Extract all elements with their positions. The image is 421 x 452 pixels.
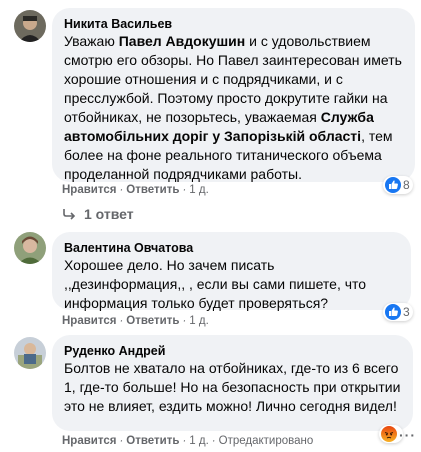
separator-dot: · bbox=[182, 315, 187, 327]
reply-button[interactable]: Ответить bbox=[126, 435, 179, 447]
comment-bubble: Никита Васильев Уважаю Павел Авдокушин и… bbox=[52, 8, 415, 182]
avatar[interactable] bbox=[14, 232, 46, 264]
comment-author[interactable]: Руденко Андрей bbox=[64, 343, 401, 359]
reaction-count: 8 bbox=[403, 178, 410, 192]
avatar-photo-icon bbox=[14, 10, 46, 42]
separator-dot: · bbox=[119, 315, 124, 327]
like-button[interactable]: Нравится bbox=[62, 184, 116, 196]
comment-text: Уважаю Павел Авдокушин и с удовольствием… bbox=[64, 32, 403, 184]
reaction-count: 3 bbox=[403, 305, 410, 319]
angry-icon bbox=[381, 426, 397, 442]
reply-button[interactable]: Ответить bbox=[126, 184, 179, 196]
separator-dot: · bbox=[182, 435, 187, 447]
separator-dot: · bbox=[119, 184, 124, 196]
separator-dot: · bbox=[119, 435, 124, 447]
separator-dot: · bbox=[211, 435, 216, 447]
more-options-icon[interactable]: ··· bbox=[399, 427, 416, 443]
reply-button[interactable]: Ответить bbox=[126, 315, 179, 327]
replies-count-label: 1 ответ bbox=[84, 206, 134, 222]
edited-label[interactable]: Отредактировано bbox=[219, 435, 314, 447]
comment-text: Болтов не хватало на отбойниках, где-то … bbox=[64, 360, 401, 414]
avatar-photo-icon bbox=[14, 232, 46, 264]
reaction-summary[interactable]: 3 bbox=[383, 303, 413, 321]
like-icon bbox=[385, 304, 401, 320]
comment-actions: Нравится · Ответить · 1 д. bbox=[62, 314, 209, 328]
reaction-summary[interactable]: 8 bbox=[383, 176, 413, 194]
comment-text: Хорошее дело. Но зачем писать ,,дезинфор… bbox=[64, 257, 367, 311]
comment-bubble: Валентина Овчатова Хорошее дело. Но заче… bbox=[52, 232, 411, 311]
like-button[interactable]: Нравится bbox=[62, 435, 116, 447]
comment-text-part: Уважаю bbox=[64, 33, 119, 49]
comment-timestamp[interactable]: 1 д. bbox=[189, 315, 209, 327]
comment-timestamp[interactable]: 1 д. bbox=[189, 184, 209, 196]
comment-author[interactable]: Валентина Овчатова bbox=[64, 240, 399, 256]
comment-bubble: Руденко Андрей Болтов не хватало на отбо… bbox=[52, 335, 413, 431]
like-icon bbox=[385, 177, 401, 193]
reply-arrow-icon bbox=[63, 209, 76, 220]
mention-link[interactable]: Павел Авдокушин bbox=[119, 33, 246, 49]
avatar[interactable] bbox=[14, 10, 46, 42]
separator-dot: · bbox=[182, 184, 187, 196]
avatar[interactable] bbox=[14, 337, 46, 369]
like-button[interactable]: Нравится bbox=[62, 315, 116, 327]
comment-timestamp[interactable]: 1 д. bbox=[189, 435, 209, 447]
view-replies-button[interactable]: 1 ответ bbox=[62, 206, 134, 222]
comment-actions: Нравится · Ответить · 1 д. bbox=[62, 183, 209, 197]
avatar-photo-icon bbox=[14, 337, 46, 369]
comment-author[interactable]: Никита Васильев bbox=[64, 16, 403, 32]
comment-actions: Нравится · Ответить · 1 д. · Отредактировано bbox=[62, 434, 313, 448]
